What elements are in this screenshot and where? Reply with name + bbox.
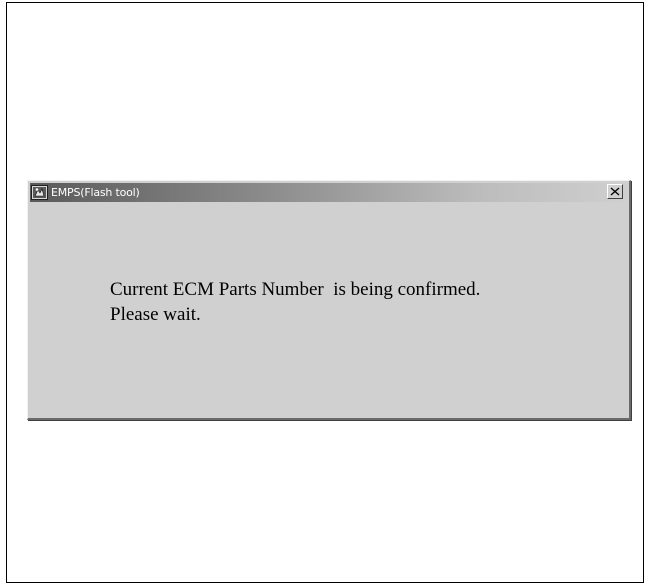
dialog-titlebar[interactable]: EMPS(Flash tool) (30, 183, 627, 202)
emps-app-icon (31, 185, 48, 200)
message-line-2: Please wait. (110, 304, 201, 325)
message-area: Current ECM Parts Number is being confir… (110, 277, 619, 327)
message-line-1: Current ECM Parts Number is being confir… (110, 279, 481, 300)
dialog-title: EMPS(Flash tool) (51, 186, 140, 199)
close-x-icon (610, 183, 620, 201)
close-button[interactable] (607, 184, 623, 199)
emps-dialog-window: EMPS(Flash tool) Current ECM Parts Numbe… (27, 180, 631, 420)
